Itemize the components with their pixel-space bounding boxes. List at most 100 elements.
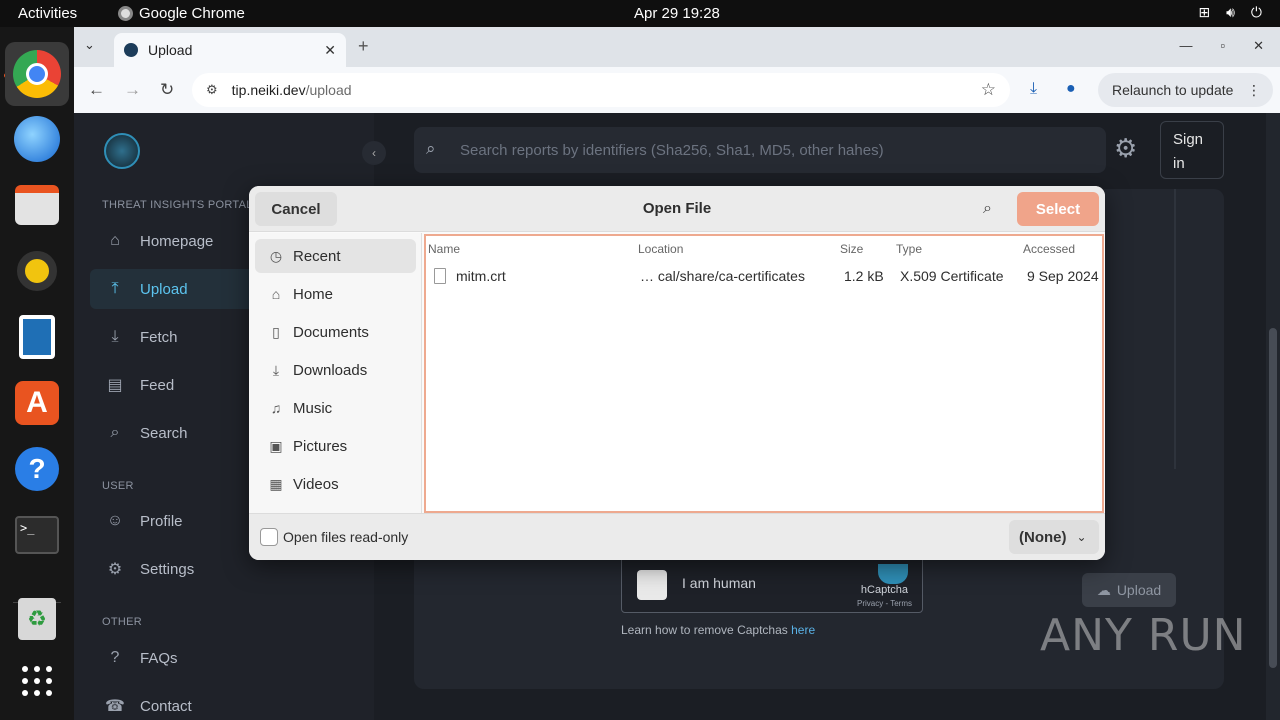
feed-icon: ▤	[107, 377, 123, 394]
dock-rhythmbox[interactable]	[12, 246, 62, 296]
column-accessed[interactable]: Accessed	[1023, 242, 1075, 256]
nav-label: Homepage	[140, 232, 214, 250]
app-menu[interactable]: Google Chrome	[118, 5, 245, 22]
show-apps-button[interactable]	[12, 656, 62, 706]
file-location: … cal/share/ca-certificates	[640, 268, 805, 284]
close-window-icon[interactable]: ✕	[1253, 38, 1264, 54]
nav-faqs[interactable]: ? FAQs	[90, 638, 360, 678]
app-grid-icon	[22, 666, 52, 696]
documents-icon: ▯	[272, 323, 280, 340]
read-only-label[interactable]: Open files read-only	[283, 529, 408, 545]
place-pictures[interactable]: ▣ Pictures	[255, 429, 416, 463]
nav-label: Upload	[140, 280, 188, 298]
site-logo[interactable]	[104, 133, 140, 169]
trash-icon: ♻	[18, 598, 56, 640]
file-list[interactable]: Name Location Size Type Accessed mitm.cr…	[424, 234, 1104, 513]
place-documents[interactable]: ▯ Documents	[255, 315, 416, 349]
select-button[interactable]: Select	[1017, 192, 1099, 226]
maximize-icon[interactable]: ▫	[1220, 38, 1225, 54]
column-location[interactable]: Location	[638, 242, 683, 256]
cancel-button[interactable]: Cancel	[255, 192, 337, 226]
forward-icon[interactable]: →	[124, 80, 141, 100]
column-size[interactable]: Size	[840, 242, 863, 256]
thunderbird-icon	[14, 116, 60, 162]
sign-in-label: Sign	[1173, 131, 1204, 148]
hcaptcha-logo-icon	[878, 564, 908, 584]
read-only-checkbox[interactable]	[260, 528, 278, 546]
nav-label: Feed	[140, 376, 175, 394]
dock-chrome[interactable]	[5, 42, 69, 106]
cloud-upload-icon: ☁	[1096, 581, 1111, 598]
captcha-legal[interactable]: Privacy - Terms	[857, 599, 912, 608]
place-label: Music	[293, 399, 333, 417]
terminal-icon: >_	[15, 516, 59, 554]
collapse-sidebar-icon[interactable]: ‹	[362, 141, 386, 165]
tab-search-icon[interactable]: ⌄	[84, 37, 95, 53]
captcha-checkbox[interactable]	[637, 570, 667, 600]
more-menu-icon[interactable]: ⋮	[1247, 82, 1261, 99]
learn-link[interactable]: here	[791, 623, 815, 637]
network-icon[interactable]: ⊞	[1198, 4, 1210, 21]
place-downloads[interactable]: ⤓ Downloads	[255, 353, 416, 387]
report-search-input[interactable]: ⌕ Search reports by identifiers (Sha256,…	[414, 127, 1106, 173]
search-icon: ⌕	[110, 424, 120, 441]
nav-contact[interactable]: ☎ Contact	[90, 686, 360, 720]
dock-thunderbird[interactable]	[12, 114, 62, 164]
upload-button[interactable]: ☁ Upload	[1082, 573, 1176, 607]
place-recent[interactable]: ◷ Recent	[255, 239, 416, 273]
file-size: 1.2 kB	[844, 268, 884, 284]
system-tray[interactable]: ⊞ 🔊︎ ⏻	[1198, 4, 1262, 21]
column-name[interactable]: Name	[428, 242, 460, 256]
dock-files[interactable]	[12, 180, 62, 230]
download-icon[interactable]: ⤓	[1030, 80, 1037, 98]
dock-trash[interactable]: ♻	[12, 594, 62, 644]
nav-label: Settings	[140, 560, 195, 578]
url-host: tip.neiki.dev	[231, 82, 306, 98]
tab-close-icon[interactable]: ✕	[324, 42, 336, 59]
panel-divider	[1174, 189, 1176, 469]
site-info-icon[interactable]: ⚙	[206, 82, 218, 98]
reload-icon[interactable]: ↻	[160, 80, 174, 100]
dock-terminal[interactable]: >_	[12, 510, 62, 560]
sign-in-button[interactable]: Sign in	[1160, 121, 1224, 179]
file-filter-dropdown[interactable]: (None) ⌄	[1009, 520, 1099, 554]
browser-toolbar: ← → ↻ ⚙ tip.neiki.dev/upload ☆ ⤓ ● Relau…	[74, 67, 1280, 113]
filter-label: (None)	[1019, 528, 1067, 546]
settings-gear-icon[interactable]: ⚙	[1114, 133, 1137, 164]
clock[interactable]: Apr 29 19:28	[634, 5, 720, 22]
address-bar[interactable]: ⚙ tip.neiki.dev/upload ☆	[192, 73, 1010, 107]
relaunch-button[interactable]: Relaunch to update ⋮	[1098, 73, 1273, 107]
url-path: /upload	[305, 82, 352, 98]
search-icon[interactable]: ⌕	[983, 200, 992, 218]
minimize-icon[interactable]: —	[1179, 38, 1192, 54]
captcha-label: I am human	[682, 575, 756, 591]
place-music[interactable]: ♫ Music	[255, 391, 416, 425]
bookmark-star-icon[interactable]: ☆	[981, 80, 996, 100]
activities-button[interactable]: Activities	[18, 5, 77, 22]
column-type[interactable]: Type	[896, 242, 922, 256]
recent-icon: ◷	[269, 247, 283, 264]
files-icon	[15, 185, 59, 225]
file-row[interactable]: mitm.crt … cal/share/ca-certificates 1.2…	[426, 264, 1102, 288]
upload-button-label: Upload	[1116, 582, 1162, 598]
section-user: USER	[102, 480, 134, 492]
tab-upload[interactable]: Upload ✕	[114, 33, 346, 67]
back-icon[interactable]: ←	[88, 80, 105, 100]
captcha-help-text: Learn how to remove Captchas here	[621, 623, 815, 637]
new-tab-icon[interactable]: +	[358, 36, 369, 57]
dock-app-center[interactable]: A	[12, 378, 62, 428]
dock-help[interactable]: ?	[12, 444, 62, 494]
profile-avatar-icon[interactable]: ●	[1066, 80, 1076, 98]
power-icon[interactable]: ⏻	[1251, 4, 1262, 21]
scrollbar-thumb[interactable]	[1269, 328, 1277, 668]
file-accessed: 9 Sep 2024	[1027, 268, 1099, 284]
anyrun-watermark: ANY RUN	[1040, 610, 1247, 661]
chevron-down-icon: ⌄	[1076, 530, 1087, 544]
volume-icon[interactable]: 🔊︎	[1226, 4, 1235, 21]
upload-icon: ⤒	[111, 280, 119, 297]
hcaptcha-widget[interactable]: I am human hCaptcha Privacy - Terms	[621, 553, 923, 613]
dock-writer[interactable]	[12, 312, 62, 362]
place-videos[interactable]: ▦ Videos	[255, 467, 416, 501]
videos-icon: ▦	[269, 475, 283, 492]
place-home[interactable]: ⌂ Home	[255, 277, 416, 311]
